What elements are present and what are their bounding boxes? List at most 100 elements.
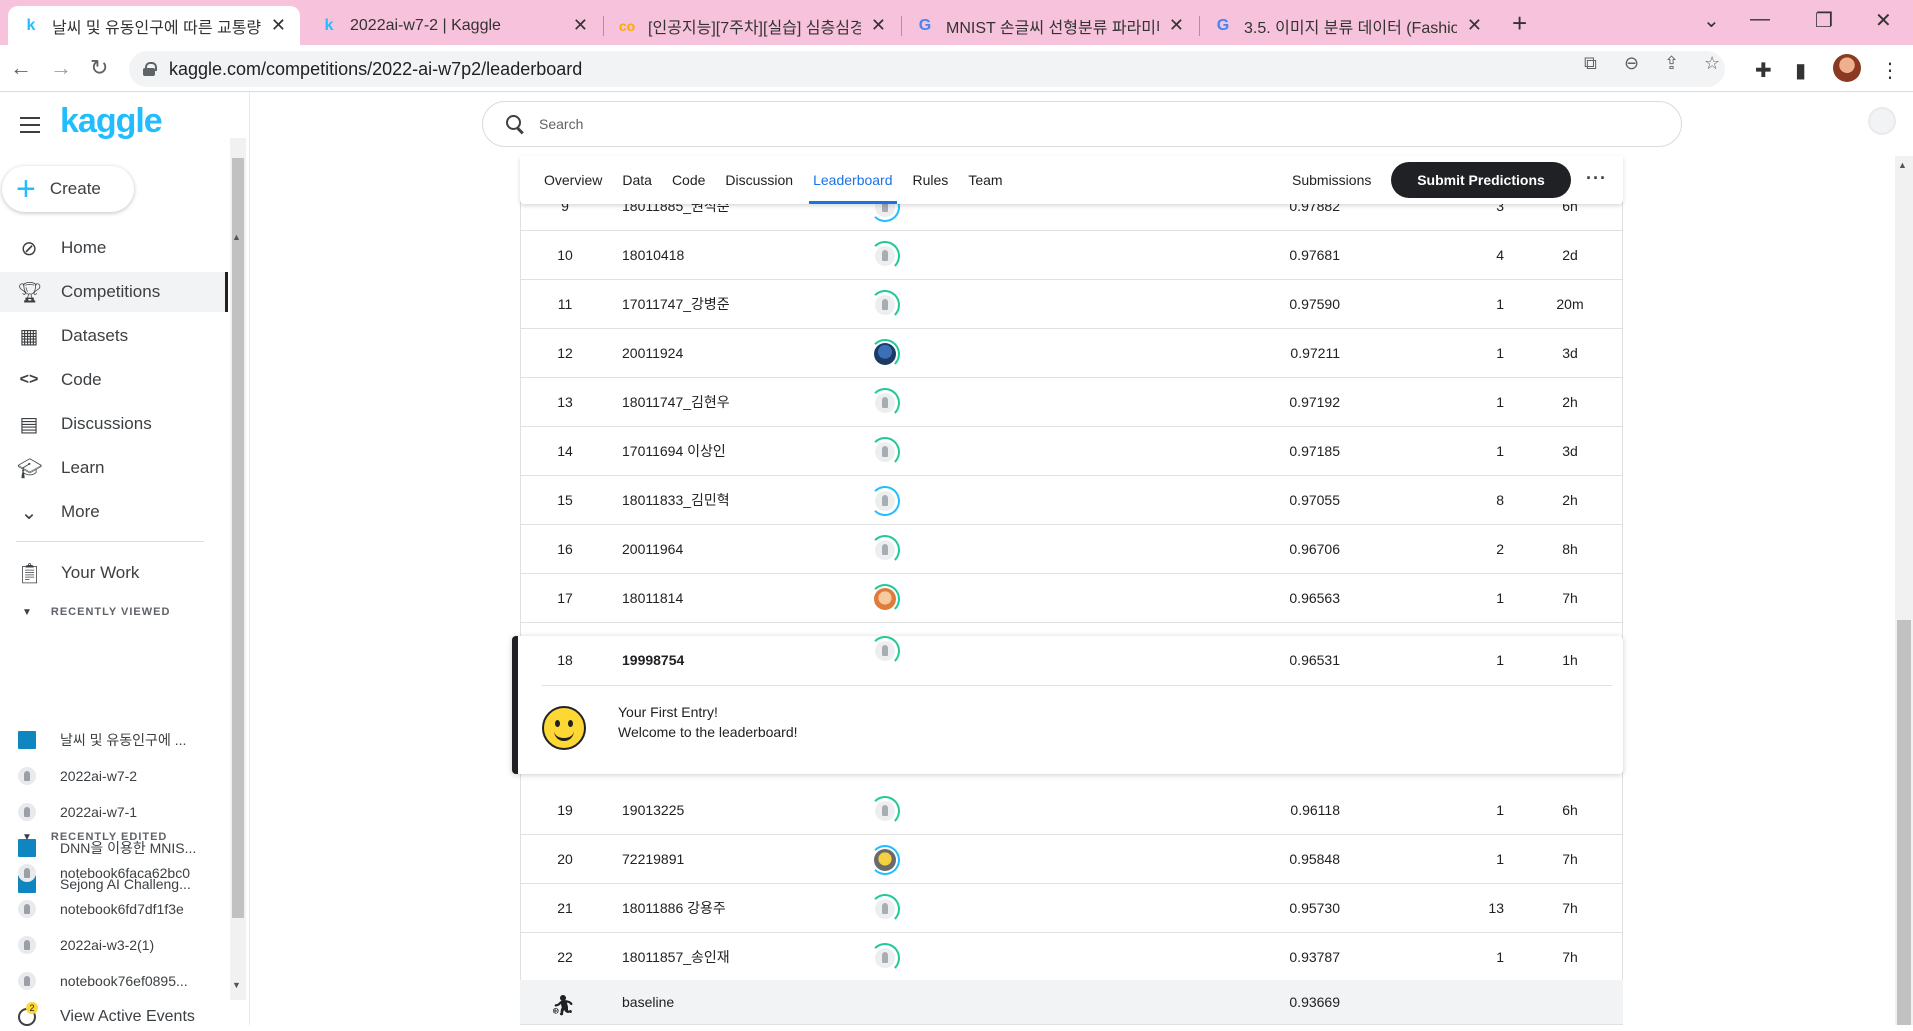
- browser-tab-2[interactable]: k 2022ai-w7-2 | Kaggle ✕: [306, 6, 602, 45]
- close-tab-icon[interactable]: ✕: [573, 15, 588, 36]
- tab-overview[interactable]: Overview: [544, 156, 602, 204]
- nav-scrollbar-thumb[interactable]: [232, 158, 244, 918]
- team-avatar[interactable]: [870, 535, 900, 565]
- extensions-icon[interactable]: ✚: [1755, 58, 1772, 83]
- reload-icon[interactable]: ↻: [90, 55, 108, 81]
- team-avatar[interactable]: [870, 486, 900, 516]
- team-avatar[interactable]: [870, 339, 900, 369]
- recent-item[interactable]: 2022ai-w7-1: [18, 798, 137, 826]
- team-name[interactable]: 17011694 이상인: [622, 427, 726, 475]
- my-entry-row[interactable]: 18 19998754 0.96531 1 1h: [526, 636, 1623, 685]
- nav-item-competitions[interactable]: 🏆︎ Competitions: [0, 272, 228, 312]
- side-panel-icon[interactable]: ▮: [1795, 58, 1806, 83]
- leaderboard-row[interactable]: 19 19013225 0.96118 1 6h: [520, 786, 1623, 835]
- recent-edited-item[interactable]: notebook6fd7df1f3e: [18, 895, 184, 923]
- translate-icon[interactable]: ⧉: [1584, 53, 1597, 74]
- leaderboard-row[interactable]: 16 20011964 0.96706 2 8h: [520, 525, 1623, 574]
- leaderboard-row[interactable]: 14 17011694 이상인 0.97185 1 3d: [520, 427, 1623, 476]
- page-scroll-up-icon[interactable]: ▲: [1898, 160, 1907, 170]
- view-active-events[interactable]: 2 View Active Events: [18, 1002, 195, 1031]
- team-name[interactable]: 72219891: [622, 835, 684, 883]
- team-name[interactable]: 18011747_김현우: [622, 378, 730, 426]
- team-avatar[interactable]: [870, 796, 900, 826]
- forward-icon[interactable]: →: [50, 55, 72, 81]
- back-icon[interactable]: ←: [10, 55, 32, 81]
- nav-item-discussions[interactable]: ▤ Discussions: [0, 404, 228, 444]
- team-name[interactable]: 18010418: [622, 231, 684, 279]
- submissions-link[interactable]: Submissions: [1292, 156, 1371, 204]
- team-avatar[interactable]: [870, 388, 900, 418]
- recent-item[interactable]: 날씨 및 유동인구에 ...: [18, 726, 186, 754]
- team-avatar[interactable]: [870, 943, 900, 973]
- bookmark-star-icon[interactable]: ☆: [1704, 53, 1720, 74]
- close-tab-icon[interactable]: ✕: [1169, 15, 1184, 36]
- team-name[interactable]: 17011747_강병준: [622, 280, 730, 328]
- team-name[interactable]: 18011833_김민혁: [622, 476, 730, 524]
- leaderboard-row[interactable]: 22 18011857_송인재 0.93787 1 7h: [520, 933, 1623, 982]
- close-window-icon[interactable]: ✕: [1875, 8, 1892, 33]
- url-bar[interactable]: kaggle.com/competitions/2022-ai-w7p2/lea…: [129, 51, 1725, 87]
- browser-tab-5[interactable]: G 3.5. 이미지 분류 데이터 (Fashion ✕: [1200, 6, 1496, 45]
- team-name[interactable]: 19013225: [622, 786, 684, 834]
- share-icon[interactable]: ⇪: [1664, 53, 1679, 74]
- nav-item-learn[interactable]: 🎓︎ Learn: [0, 448, 228, 488]
- browser-tab-1[interactable]: k 날씨 및 유동인구에 따른 교통량 ✕: [8, 6, 300, 45]
- browser-tab-4[interactable]: G MNIST 손글씨 선형분류 파라미터 ✕: [902, 6, 1198, 45]
- restore-icon[interactable]: ❐: [1815, 8, 1833, 33]
- tab-team[interactable]: Team: [968, 156, 1002, 204]
- close-tab-icon[interactable]: ✕: [1467, 15, 1482, 36]
- leaderboard-row[interactable]: 15 18011833_김민혁 0.97055 8 2h: [520, 476, 1623, 525]
- team-name[interactable]: 18011857_송인재: [622, 933, 730, 981]
- team-avatar[interactable]: [870, 584, 900, 614]
- team-name[interactable]: 20011964: [622, 525, 683, 573]
- recent-edited-item[interactable]: notebook6faca62bc0: [18, 859, 190, 887]
- zoom-icon[interactable]: ⊖: [1624, 53, 1639, 74]
- team-name[interactable]: 20011924: [622, 329, 683, 377]
- leaderboard-row[interactable]: 20 72219891 0.95848 1 7h: [520, 835, 1623, 884]
- tab-rules[interactable]: Rules: [913, 156, 949, 204]
- recently-edited-heading[interactable]: ▼ RECENTLY EDITED: [22, 831, 167, 843]
- leaderboard-row[interactable]: 10 18010418 0.97681 4 2d: [520, 231, 1623, 280]
- create-button[interactable]: + Create: [2, 166, 134, 212]
- recent-edited-item[interactable]: notebook76ef0895...: [18, 967, 188, 995]
- leaderboard-row[interactable]: 13 18011747_김현우 0.97192 1 2h: [520, 378, 1623, 427]
- tab-search-icon[interactable]: ⌄: [1703, 8, 1720, 33]
- leaderboard-row[interactable]: 17 18011814 0.96563 1 7h: [520, 574, 1623, 623]
- browser-tab-3[interactable]: co [인공지능][7주차][실습] 심층심경 ✕: [604, 6, 900, 45]
- tab-discussion[interactable]: Discussion: [725, 156, 793, 204]
- tab-code[interactable]: Code: [672, 156, 705, 204]
- profile-avatar[interactable]: [1833, 54, 1861, 82]
- user-avatar[interactable]: [1868, 107, 1896, 135]
- team-avatar[interactable]: [870, 241, 900, 271]
- page-scrollbar-thumb[interactable]: [1897, 620, 1911, 1025]
- team-avatar[interactable]: [870, 845, 900, 875]
- nav-scroll-down-icon[interactable]: ▼: [232, 980, 241, 990]
- new-tab-icon[interactable]: +: [1512, 8, 1527, 39]
- leaderboard-row[interactable]: 11 17011747_강병준 0.97590 1 20m: [520, 280, 1623, 329]
- team-name[interactable]: 18011814: [622, 574, 683, 622]
- leaderboard-row[interactable]: 12 20011924 0.97211 1 3d: [520, 329, 1623, 378]
- team-avatar[interactable]: [870, 636, 900, 666]
- team-avatar[interactable]: [870, 894, 900, 924]
- site-search[interactable]: [482, 101, 1682, 147]
- team-name[interactable]: 19998754: [622, 636, 684, 684]
- nav-item-code[interactable]: <> Code: [0, 360, 228, 400]
- recent-edited-item[interactable]: 2022ai-w3-2(1): [18, 931, 154, 959]
- minimize-icon[interactable]: —: [1750, 8, 1770, 31]
- nav-item-home[interactable]: ⊘ Home: [0, 228, 228, 268]
- recently-viewed-heading[interactable]: ▼ RECENTLY VIEWED: [22, 606, 170, 618]
- submit-predictions-button[interactable]: Submit Predictions: [1391, 162, 1571, 198]
- nav-item-your-work[interactable]: 📋︎ Your Work: [0, 553, 228, 593]
- menu-icon[interactable]: [20, 117, 40, 133]
- more-options-icon[interactable]: ···: [1586, 156, 1607, 200]
- recent-item[interactable]: 2022ai-w7-2: [18, 762, 137, 790]
- team-name[interactable]: 18011886 강용주: [622, 884, 726, 932]
- search-input[interactable]: [539, 116, 1439, 132]
- tab-leaderboard[interactable]: Leaderboard: [809, 156, 897, 204]
- nav-item-datasets[interactable]: ▦ Datasets: [0, 316, 228, 356]
- browser-menu-icon[interactable]: ⋮: [1880, 58, 1900, 83]
- close-tab-icon[interactable]: ✕: [871, 15, 886, 36]
- tab-data[interactable]: Data: [622, 156, 652, 204]
- nav-scroll-up-icon[interactable]: ▲: [232, 232, 241, 242]
- kaggle-logo[interactable]: kaggle: [60, 102, 163, 141]
